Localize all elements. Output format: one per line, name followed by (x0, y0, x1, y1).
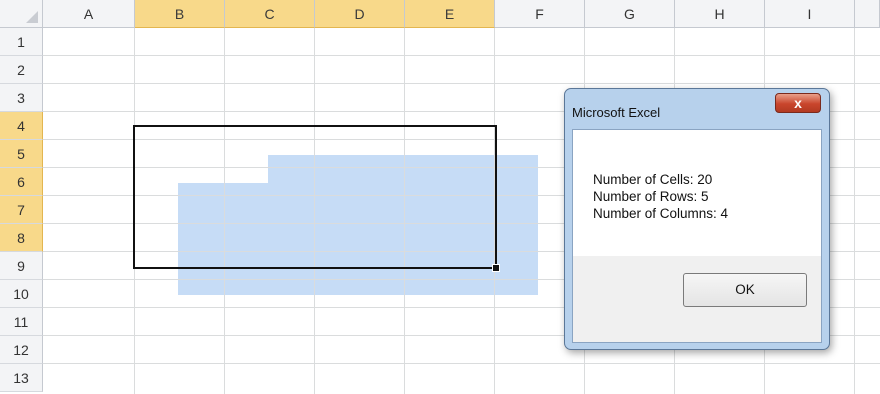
select-all-button[interactable] (0, 0, 43, 28)
row-header-9[interactable]: 9 (0, 252, 43, 280)
row-header-1[interactable]: 1 (0, 28, 43, 56)
row-header-11[interactable]: 11 (0, 308, 43, 336)
message-dialog: Microsoft Excel x Number of Cells: 20 Nu… (564, 88, 830, 350)
dialog-message: Number of Cells: 20 Number of Rows: 5 Nu… (593, 171, 728, 222)
row-header-2[interactable]: 2 (0, 56, 43, 84)
column-header-c[interactable]: C (225, 0, 315, 28)
spreadsheet: A B C D E F G H I 1 2 3 4 5 6 7 8 9 10 1… (0, 0, 880, 394)
message-line-rows: Number of Rows: 5 (593, 189, 709, 204)
row-header-8[interactable]: 8 (0, 224, 43, 252)
column-header-a[interactable]: A (43, 0, 135, 28)
column-header-j[interactable] (855, 0, 880, 28)
column-header-f[interactable]: F (495, 0, 585, 28)
row-header-10[interactable]: 10 (0, 280, 43, 308)
column-header-d[interactable]: D (315, 0, 405, 28)
select-all-triangle-icon (26, 11, 38, 23)
dialog-body: Number of Cells: 20 Number of Rows: 5 Nu… (572, 129, 822, 343)
gridline (43, 83, 880, 84)
fill-handle[interactable] (492, 264, 500, 272)
row-header-13[interactable]: 13 (0, 364, 43, 392)
row-header-5[interactable]: 5 (0, 140, 43, 168)
dialog-title: Microsoft Excel (572, 105, 661, 120)
column-header-e[interactable]: E (405, 0, 495, 28)
dialog-button-bar: OK (573, 256, 821, 342)
row-header-12[interactable]: 12 (0, 336, 43, 364)
close-icon: x (794, 95, 802, 111)
selection-border (133, 125, 497, 269)
message-line-cells: Number of Cells: 20 (593, 172, 713, 187)
close-button[interactable]: x (775, 93, 821, 113)
ok-button[interactable]: OK (683, 273, 807, 307)
row-header-7[interactable]: 7 (0, 196, 43, 224)
row-header-6[interactable]: 6 (0, 168, 43, 196)
message-line-columns: Number of Columns: 4 (593, 206, 729, 221)
column-header-b[interactable]: B (135, 0, 225, 28)
column-header-i[interactable]: I (765, 0, 855, 28)
gridline (43, 55, 880, 56)
row-header-3[interactable]: 3 (0, 84, 43, 112)
column-header-h[interactable]: H (675, 0, 765, 28)
column-header-g[interactable]: G (585, 0, 675, 28)
row-header-4[interactable]: 4 (0, 112, 43, 140)
gridline (43, 363, 880, 364)
